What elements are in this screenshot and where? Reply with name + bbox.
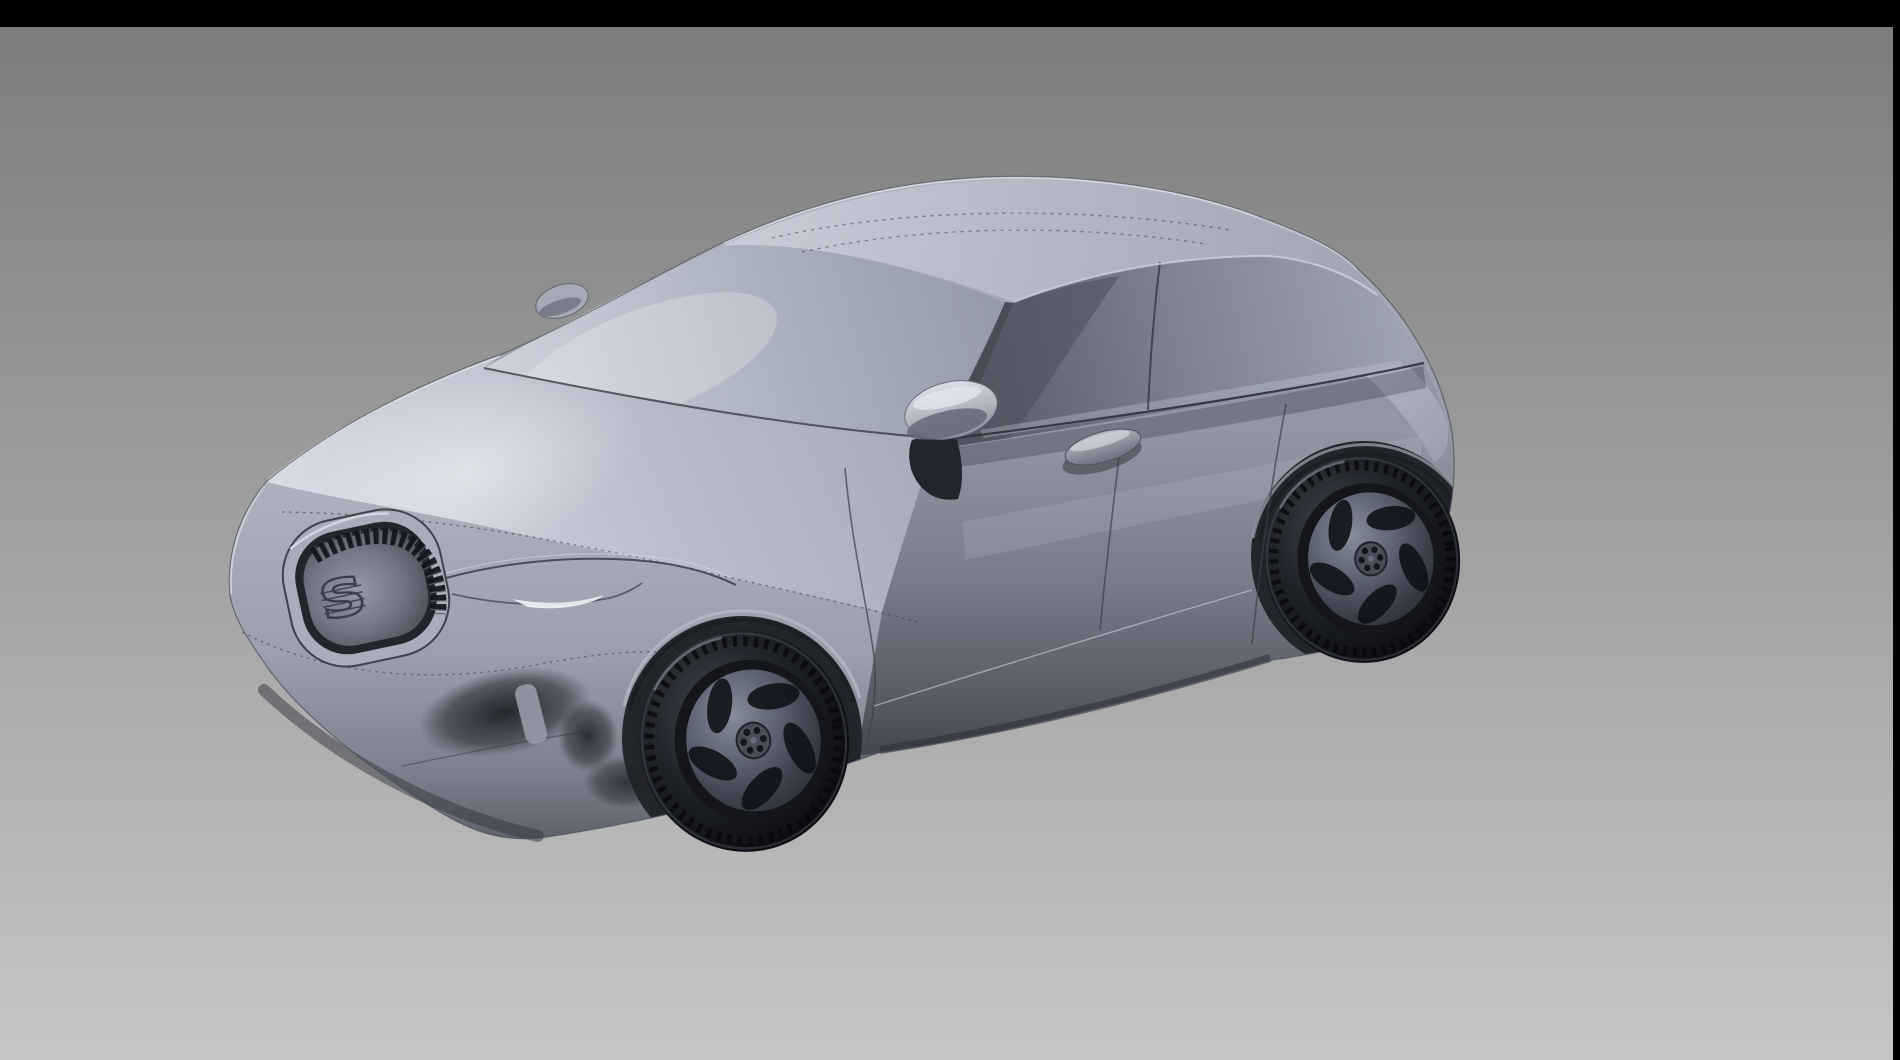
viewport-canvas: S — [0, 0, 1900, 1060]
render-stage: S — [0, 0, 1900, 1060]
letterbox-right-bar — [1893, 0, 1900, 1060]
letterbox-top-bar — [0, 0, 1900, 27]
